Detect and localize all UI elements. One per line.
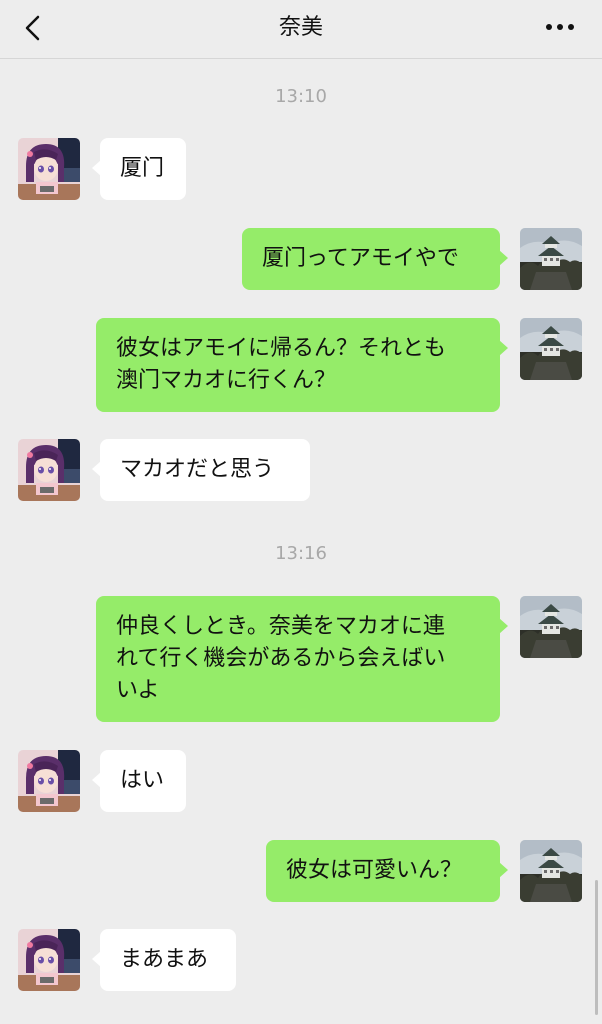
message-text: まあまあ	[120, 947, 209, 972]
avatar-image	[18, 750, 80, 812]
scrollbar[interactable]	[595, 880, 598, 1015]
chat-header: 奈美	[0, 0, 602, 59]
more-horizontal-icon	[546, 24, 574, 30]
my-avatar[interactable]	[520, 228, 582, 290]
message-text: 厦门ってアモイやで	[262, 246, 459, 271]
avatar-image	[520, 228, 582, 290]
avatar-image	[520, 596, 582, 658]
my-avatar[interactable]	[520, 318, 582, 380]
message-text: 厦门	[120, 156, 165, 181]
outgoing-message-bubble[interactable]: 彼女は可愛いん？	[266, 840, 508, 902]
incoming-message-bubble[interactable]: まあまあ	[92, 929, 236, 991]
contact-avatar[interactable]	[18, 138, 80, 200]
my-avatar[interactable]	[520, 840, 582, 902]
contact-avatar[interactable]	[18, 929, 80, 991]
message-text: はい	[120, 768, 165, 793]
message-text-line: 澳门マカオに行くん？	[116, 368, 337, 393]
message-list[interactable]: 13:10 厦门 厦门ってアモイやで 彼女はアモイに帰るん？それとも 澳门マカオ…	[0, 59, 602, 1024]
my-avatar[interactable]	[520, 596, 582, 658]
back-button[interactable]	[18, 14, 48, 44]
contact-avatar[interactable]	[18, 750, 80, 812]
message-text-line: れて行く機会があるから会えばい	[116, 646, 446, 671]
timestamp: 13:10	[275, 86, 327, 107]
avatar-image	[18, 138, 80, 200]
message-text-line: いよ	[116, 678, 160, 703]
chevron-left-icon	[25, 15, 40, 41]
avatar-image	[520, 318, 582, 380]
avatar-image	[18, 929, 80, 991]
more-button[interactable]	[542, 14, 578, 44]
outgoing-message-bubble[interactable]: 彼女はアモイに帰るん？それとも 澳门マカオに行くん？	[96, 318, 508, 412]
message-text: 彼女は可愛いん？	[286, 858, 463, 883]
message-text-line: 彼女はアモイに帰るん？それとも	[116, 336, 447, 361]
chat-title: 奈美	[278, 15, 323, 40]
timestamp: 13:16	[275, 543, 327, 564]
incoming-message-bubble[interactable]: マカオだと思う	[92, 439, 310, 501]
outgoing-message-bubble[interactable]: 仲良くしとき。奈美をマカオに連 れて行く機会があるから会えばい いよ	[96, 596, 508, 722]
incoming-message-bubble[interactable]: 厦门	[92, 138, 186, 200]
incoming-message-bubble[interactable]: はい	[92, 750, 186, 812]
message-text: マカオだと思う	[120, 457, 275, 482]
outgoing-message-bubble[interactable]: 厦门ってアモイやで	[242, 228, 508, 290]
avatar-image	[18, 439, 80, 501]
contact-avatar[interactable]	[18, 439, 80, 501]
avatar-image	[520, 840, 582, 902]
message-text-line: 仲良くしとき。奈美をマカオに連	[116, 614, 445, 639]
